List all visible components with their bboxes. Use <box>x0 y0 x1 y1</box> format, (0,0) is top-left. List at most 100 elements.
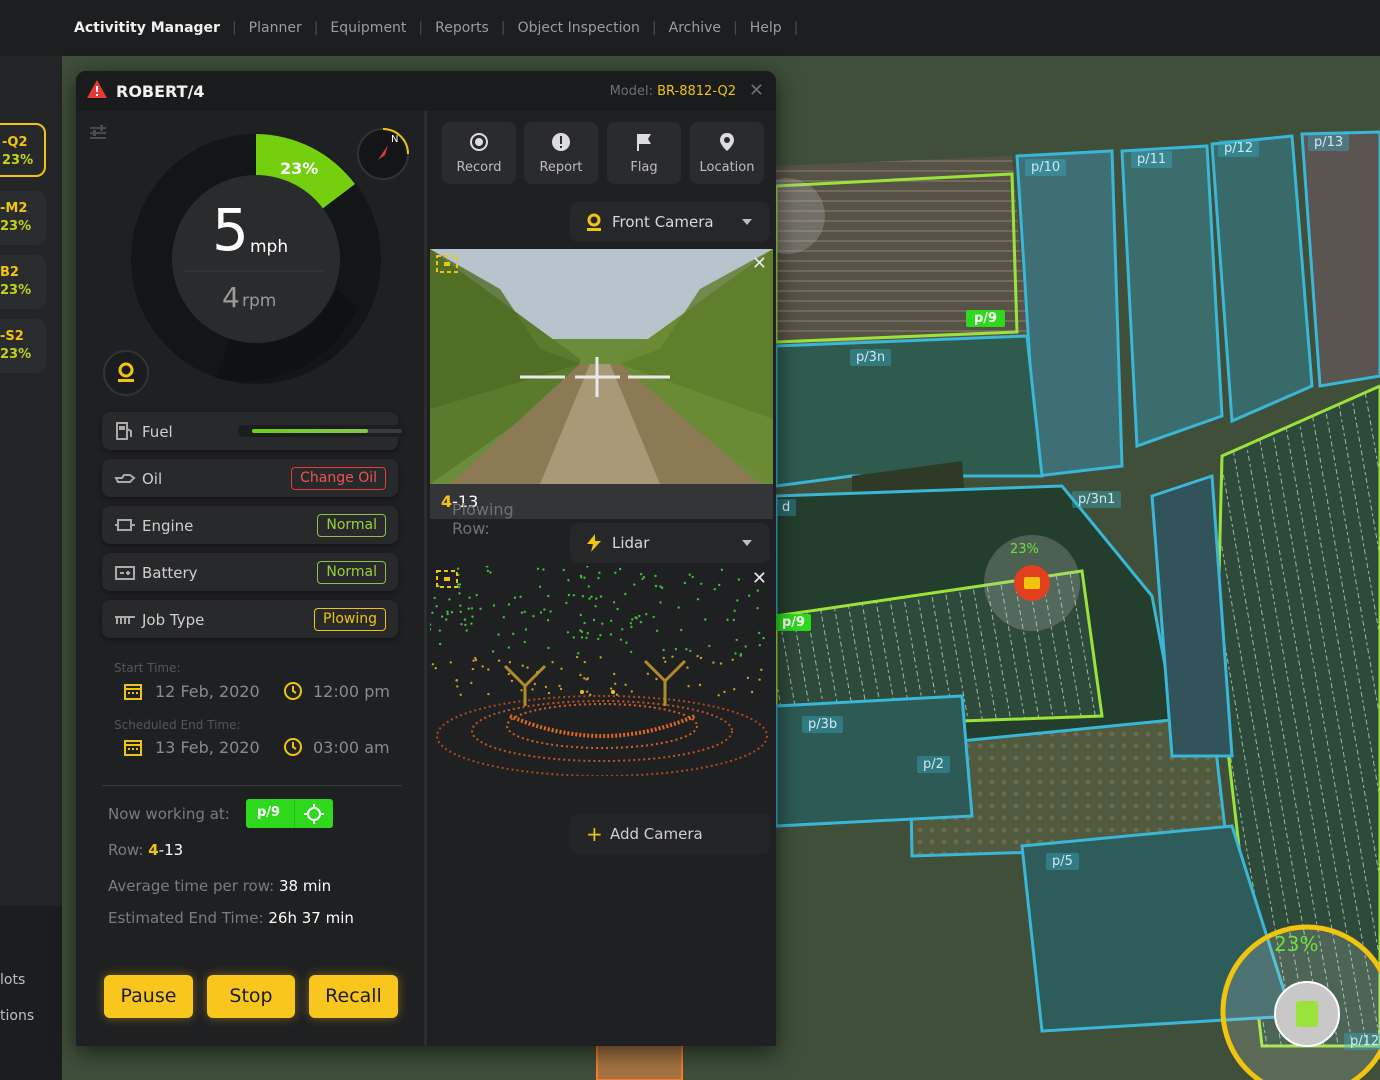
nav-planner[interactable]: Planner <box>237 20 314 36</box>
left-menu-item[interactable]: tions <box>0 1008 34 1024</box>
close-icon[interactable]: ✕ <box>749 80 764 101</box>
lidar-point <box>497 659 501 662</box>
start-date[interactable]: 12 Feb, 2020 <box>155 682 260 701</box>
robot-list-item[interactable]: -M2 23% <box>0 191 46 245</box>
corner-robot-icon <box>1296 1001 1318 1027</box>
lidar-point <box>433 596 436 600</box>
add-camera-label: Add Camera <box>610 825 703 843</box>
lidar-point <box>583 677 586 680</box>
fullscreen-icon[interactable] <box>436 255 458 277</box>
fullscreen-icon[interactable] <box>436 570 458 592</box>
lidar-point <box>533 682 536 686</box>
front-camera-feed[interactable]: ✕ <box>430 249 773 484</box>
lidar-point <box>538 585 542 588</box>
lidar-point <box>487 692 490 696</box>
robot-list-item[interactable]: B2 23% <box>0 255 46 309</box>
flag-button[interactable]: Flag <box>607 122 681 184</box>
lidar-point <box>580 576 583 579</box>
record-button[interactable]: Record <box>442 122 516 184</box>
lidar-point <box>654 574 657 578</box>
lidar-point <box>486 566 489 568</box>
camera-icon <box>584 212 604 236</box>
camera-toggle-icon[interactable] <box>103 350 149 400</box>
plot-p3n[interactable] <box>774 334 1044 488</box>
lidar-point <box>739 654 742 657</box>
nav-equipment[interactable]: Equipment <box>318 20 418 36</box>
close-lidar-icon[interactable]: ✕ <box>752 568 767 589</box>
lidar-point <box>558 684 561 688</box>
lidar-point <box>438 642 442 646</box>
left-menu-item[interactable]: lots <box>0 972 25 988</box>
lidar-point <box>430 628 432 631</box>
nav-reports[interactable]: Reports <box>423 20 501 36</box>
nav-object-inspection[interactable]: Object Inspection <box>506 20 652 36</box>
compass-icon[interactable]: N <box>356 127 410 185</box>
lidar-point <box>431 663 435 666</box>
lidar-point <box>612 601 616 604</box>
recall-button[interactable]: Recall <box>309 975 398 1018</box>
plot-label: p/11 <box>1131 151 1173 168</box>
change-oil-badge[interactable]: Change Oil <box>291 467 386 490</box>
lidar-point <box>614 571 617 574</box>
lidar-point <box>597 576 600 580</box>
lidar-point <box>536 567 540 570</box>
robot-list-item[interactable]: -Q2 23% <box>0 123 46 177</box>
location-pin-icon <box>720 133 734 151</box>
lidar-point <box>581 595 585 598</box>
stop-button[interactable]: Stop <box>207 975 295 1018</box>
location-button[interactable]: Location <box>690 122 764 184</box>
lidar-point <box>760 668 763 671</box>
lidar-select[interactable]: Lidar <box>570 523 770 563</box>
job-type-badge[interactable]: Plowing <box>314 608 386 631</box>
add-camera-button[interactable]: + Add Camera <box>570 814 770 854</box>
location-label: Location <box>699 160 755 175</box>
pause-button[interactable]: Pause <box>104 975 193 1018</box>
start-time[interactable]: 12:00 pm <box>313 682 390 701</box>
lidar-point <box>547 646 550 650</box>
lidar-point <box>744 645 747 648</box>
chevron-down-icon <box>742 219 752 225</box>
speed-value: 5 <box>212 196 249 264</box>
end-time[interactable]: 03:00 am <box>313 738 390 757</box>
lidar-point <box>598 571 601 574</box>
lidar-point <box>549 610 552 613</box>
lidar-point <box>512 632 515 635</box>
lidar-point <box>674 647 678 651</box>
lidar-point <box>696 654 699 658</box>
plot-label-active: p/9 <box>776 614 812 631</box>
lidar-point <box>471 615 474 618</box>
current-plot-tag[interactable]: p/9 <box>246 799 333 828</box>
close-camera-icon[interactable]: ✕ <box>752 253 767 274</box>
start-time-label: Start Time: <box>114 661 181 675</box>
report-button[interactable]: Report <box>524 122 598 184</box>
lidar-label: Lidar <box>612 534 650 552</box>
lidar-point <box>430 623 432 626</box>
lidar-point <box>624 683 627 686</box>
plot-p11[interactable] <box>1120 144 1224 449</box>
robot-list-item[interactable]: -S2 23% <box>0 319 46 373</box>
lidar-point <box>698 683 702 687</box>
fuel-bar <box>238 425 406 437</box>
lidar-point <box>732 618 736 622</box>
lidar-point <box>531 688 534 691</box>
lidar-point <box>463 618 467 621</box>
nav-archive[interactable]: Archive <box>657 20 733 36</box>
lidar-point <box>491 650 495 653</box>
crosshair-icon[interactable] <box>304 804 324 828</box>
lidar-point <box>565 601 568 605</box>
end-date[interactable]: 13 Feb, 2020 <box>155 738 260 757</box>
nav-activity-manager[interactable]: Activitity Manager <box>62 20 232 36</box>
settings-sliders-icon[interactable] <box>88 123 108 147</box>
lidar-point <box>507 603 511 606</box>
lidar-point <box>599 656 602 659</box>
lidar-point <box>586 632 589 635</box>
lidar-point <box>662 648 665 652</box>
robot-pct: 23% <box>0 283 32 298</box>
front-camera-select[interactable]: Front Camera <box>570 202 770 242</box>
lidar-point <box>579 673 582 677</box>
nav-help[interactable]: Help <box>738 20 794 36</box>
lidar-point <box>467 607 470 610</box>
lidar-feed[interactable]: ✕ <box>430 566 773 776</box>
lidar-point <box>547 594 550 598</box>
lidar-point <box>700 582 703 585</box>
